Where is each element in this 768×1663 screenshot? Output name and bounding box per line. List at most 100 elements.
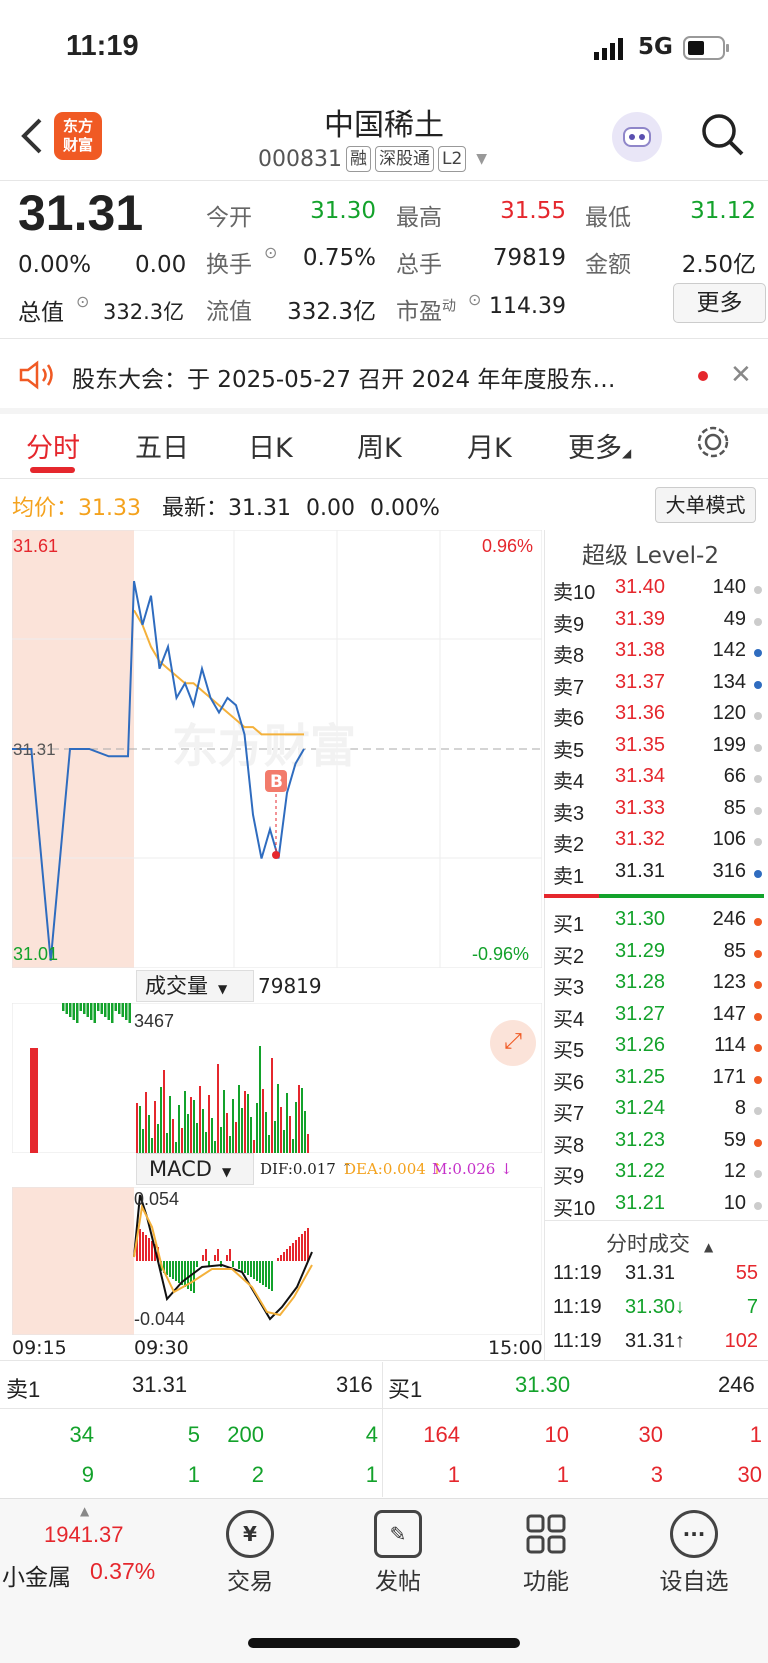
volume-bar — [154, 1101, 156, 1153]
volume-bar — [208, 1095, 210, 1153]
bid-row[interactable]: 买4 31.27 147 — [549, 1003, 764, 1034]
ask-row[interactable]: 卖8 31.38 142 — [549, 639, 764, 670]
bid-row[interactable]: 买7 31.24 8 — [549, 1097, 764, 1128]
stock-code: 000831 — [258, 146, 342, 172]
ask-dot — [754, 743, 762, 752]
high-label: 最高 — [396, 205, 442, 231]
volume-label: 总手 — [396, 252, 442, 278]
info-icon[interactable]: ⊙ — [76, 292, 89, 311]
ask-row[interactable]: 卖4 31.34 66 — [549, 765, 764, 796]
dropdown-caret-icon[interactable]: ▼ — [476, 151, 487, 167]
volume-bar — [69, 1003, 72, 1017]
bid-label: 买2 — [553, 945, 585, 968]
nav-trade[interactable]: ¥ 交易 — [190, 1510, 310, 1596]
ask-row[interactable]: 卖2 31.32 106 — [549, 828, 764, 859]
pct-max-label: 0.96% — [482, 536, 533, 556]
ask-label: 卖7 — [553, 676, 585, 699]
macd-selector[interactable]: MACD ▼ — [136, 1153, 254, 1185]
ask-volume: 49 — [723, 607, 746, 630]
intraday-chart[interactable]: 东方财富 B 31.61 31.01 31.31 0.96% -0.96% — [12, 530, 542, 968]
volume-bar — [175, 1142, 177, 1153]
tab-more[interactable]: 更多◢ — [568, 426, 631, 465]
tab-daily[interactable]: 日K — [248, 426, 293, 465]
macd-bar — [172, 1261, 174, 1279]
ask-row[interactable]: 卖10 31.40 140 — [549, 576, 764, 607]
volume-bar — [229, 1136, 231, 1153]
bid-label: 买8 — [553, 1134, 585, 1157]
volume-bar — [217, 1064, 219, 1153]
buy-queue-cell: 30 — [737, 1462, 762, 1487]
volume-bar — [111, 1003, 114, 1023]
ask-row[interactable]: 卖3 31.33 85 — [549, 797, 764, 828]
sell1-price: 31.31 — [132, 1372, 188, 1397]
nav-watchlist[interactable]: ··· 设自选 — [634, 1510, 754, 1596]
ask-row[interactable]: 卖6 31.36 120 — [549, 702, 764, 733]
volume-bar — [118, 1003, 121, 1014]
trade-volume: 102 — [724, 1330, 758, 1352]
bid-row[interactable]: 买10 31.21 10 — [549, 1192, 764, 1223]
ask-label: 卖2 — [553, 834, 585, 856]
volume-value: 79819 — [492, 245, 566, 271]
info-icon[interactable]: ⊙ — [264, 243, 277, 262]
search-icon[interactable] — [700, 112, 746, 162]
volume-bar — [97, 1003, 100, 1011]
bid-row[interactable]: 买8 31.23 59 — [549, 1129, 764, 1160]
ask-volume: 120 — [712, 702, 746, 724]
bid-row[interactable]: 买9 31.22 12 — [549, 1160, 764, 1191]
macd-bar — [265, 1261, 267, 1287]
trades-title[interactable]: 分时成交 ▲ — [606, 1228, 713, 1258]
amount-value: 2.50亿 — [681, 252, 756, 278]
bid-row[interactable]: 买6 31.25 171 — [549, 1066, 764, 1097]
volume-bar — [226, 1113, 228, 1153]
tab-weekly[interactable]: 周K — [357, 426, 402, 465]
bid-row[interactable]: 买3 31.28 123 — [549, 971, 764, 1002]
time-open: 09:30 — [134, 1337, 189, 1359]
ask-volume: 66 — [723, 765, 746, 787]
settings-gear-icon[interactable] — [695, 424, 731, 464]
ask-dot — [754, 869, 762, 878]
pe-label: 市盈动 — [396, 298, 456, 325]
volume-bar — [286, 1093, 288, 1153]
notice-bar[interactable]: 股东大会：于 2025-05-27 召开 2024 年年度股东… ✕ — [0, 344, 768, 408]
trade-price: 31.31↑ — [625, 1330, 686, 1352]
index-caret-icon[interactable]: ▲ — [80, 1504, 89, 1518]
ask-dot — [754, 586, 762, 594]
nav-functions[interactable]: 功能 — [486, 1510, 606, 1596]
volume-selector[interactable]: 成交量 ▼ — [136, 970, 254, 1002]
index-value[interactable]: 1941.37 — [44, 1522, 124, 1548]
tab-intraday[interactable]: 分时 — [26, 426, 80, 465]
volume-bar — [295, 1102, 297, 1153]
bid-row[interactable]: 买5 31.26 114 — [549, 1034, 764, 1065]
more-button[interactable]: 更多 — [673, 283, 766, 323]
nav-post[interactable]: ✎ 发帖 — [338, 1510, 458, 1596]
index-pct[interactable]: 0.37% — [90, 1558, 155, 1585]
index-name[interactable]: 小金属 — [2, 1558, 71, 1592]
macd-bar — [184, 1261, 186, 1287]
bid-row[interactable]: 买1 31.30 246 — [549, 908, 764, 939]
bid-volume: 85 — [723, 939, 746, 962]
ask-row[interactable]: 卖1 31.31 316 — [549, 860, 764, 891]
ask-row[interactable]: 卖9 31.39 49 — [549, 608, 764, 639]
notice-text: 股东大会：于 2025-05-27 召开 2024 年年度股东… — [72, 367, 616, 393]
volume-bar — [142, 1129, 144, 1153]
bid-dot — [754, 1201, 762, 1210]
tab-5day[interactable]: 五日 — [135, 426, 189, 465]
volume-bar — [145, 1092, 147, 1153]
tab-monthly[interactable]: 月K — [467, 426, 512, 465]
macd-m: M:0.026 ↓ — [432, 1160, 513, 1178]
ask-price: 31.40 — [615, 576, 666, 598]
ask-row[interactable]: 卖5 31.35 199 — [549, 734, 764, 765]
ask-volume: 106 — [712, 828, 746, 850]
volume-bar — [244, 1091, 246, 1153]
close-icon[interactable]: ✕ — [730, 360, 752, 390]
ask-row[interactable]: 卖7 31.37 134 — [549, 671, 764, 702]
period-tabs: 分时 五日 日K 周K 月K 更多◢ — [0, 412, 768, 478]
expand-icon[interactable]: ⤢ — [490, 1020, 536, 1066]
robot-avatar-icon[interactable] — [612, 112, 662, 162]
volume-bar — [250, 1117, 252, 1153]
bid-row[interactable]: 买2 31.29 85 — [549, 940, 764, 971]
battery-icon — [683, 36, 731, 64]
buy-queue-cell: 3 — [650, 1462, 663, 1487]
time-close: 15:00 — [488, 1337, 543, 1359]
big-order-mode-button[interactable]: 大单模式 — [655, 487, 756, 523]
